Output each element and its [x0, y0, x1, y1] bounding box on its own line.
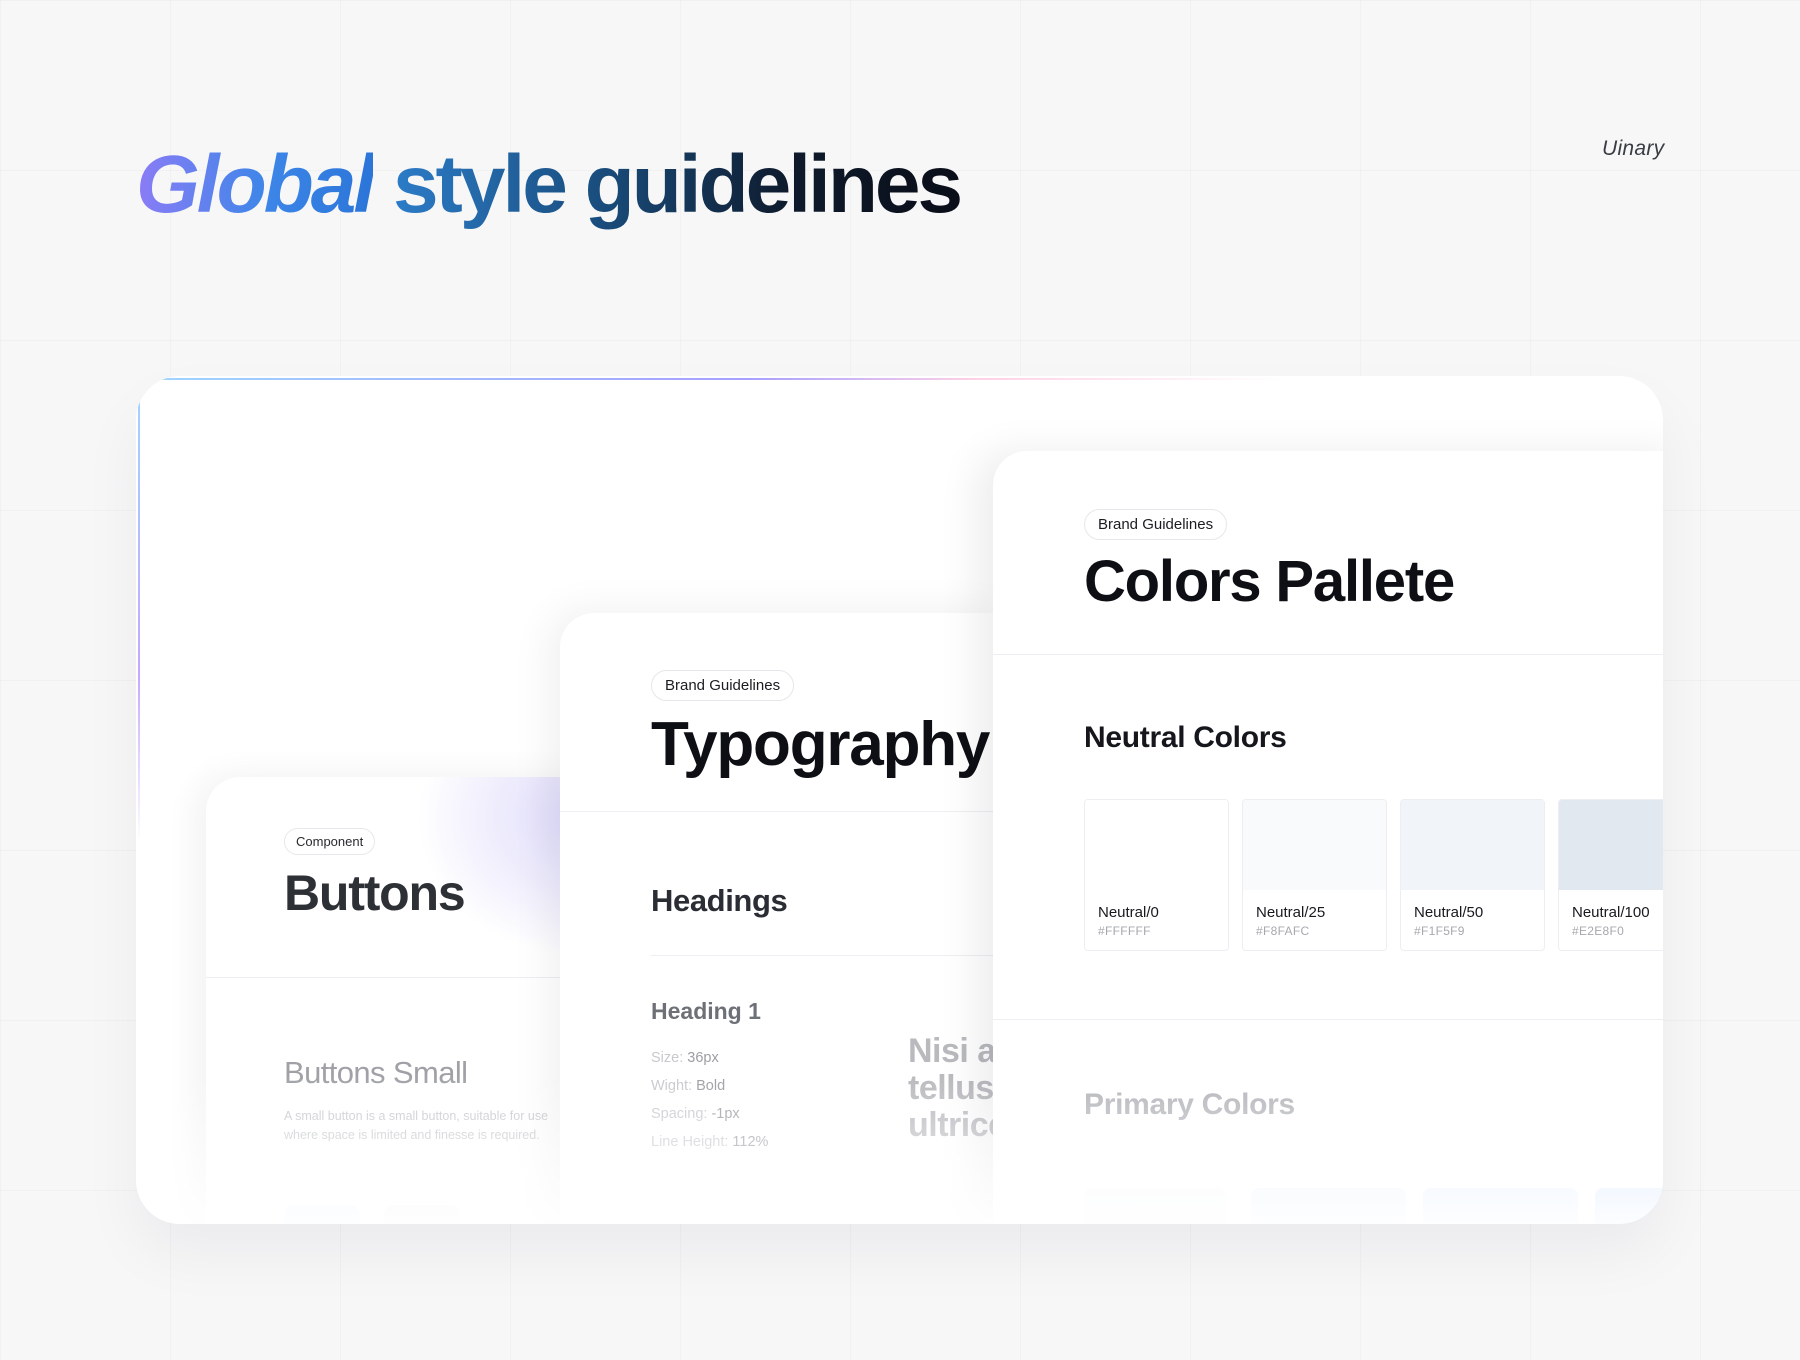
spec-spacing: Spacing: -1px — [651, 1106, 740, 1122]
spec-size: Size: 36px — [651, 1050, 719, 1066]
heading-1-label: Heading 1 — [651, 998, 761, 1024]
swatch-hex: #E2E8F0 — [1572, 924, 1625, 938]
divider — [651, 955, 1010, 956]
brand-logo-text: Uinary — [1602, 137, 1665, 160]
sample-button-primary[interactable] — [284, 1205, 360, 1224]
divider — [560, 811, 1010, 812]
primary-colors-title: Primary Colors — [1084, 1088, 1295, 1121]
colors-card[interactable]: Brand Guidelines Colors Pallete Neutral … — [993, 451, 1663, 1224]
divider — [993, 1019, 1663, 1020]
swatch-name: Neutral/50 — [1414, 904, 1484, 921]
primary-swatch[interactable] — [1251, 1188, 1406, 1224]
page-title-rest: style guidelines — [392, 139, 963, 230]
brand-guidelines-chip: Brand Guidelines — [1084, 509, 1228, 540]
swatch-name: Neutral/25 — [1256, 904, 1326, 921]
color-swatch-neutral-0[interactable]: Neutral/0 #FFFFFF — [1084, 799, 1229, 951]
page-title-highlight: Global — [136, 139, 376, 230]
buttons-small-description: A small button is a small button, suitab… — [284, 1109, 549, 1142]
primary-swatch[interactable] — [1084, 1188, 1226, 1224]
typography-card[interactable]: Brand Guidelines Typography ( Headings H… — [560, 613, 1010, 1224]
color-swatch-neutral-100[interactable]: Neutral/100 #E2E8F0 — [1558, 799, 1663, 951]
brand-guidelines-chip: Brand Guidelines — [651, 670, 795, 701]
swatch-fill — [1401, 800, 1544, 890]
swatch-name: Neutral/100 — [1572, 904, 1650, 921]
headings-section-title: Headings — [651, 883, 788, 918]
swatch-fill — [1085, 800, 1228, 890]
swatch-fill — [1243, 800, 1386, 890]
buttons-title: Buttons — [284, 865, 466, 921]
component-chip: Component — [284, 828, 376, 855]
primary-swatch[interactable] — [1423, 1188, 1578, 1224]
divider — [993, 654, 1663, 655]
primary-swatch[interactable] — [1595, 1188, 1663, 1224]
colors-title: Colors Pallete — [1084, 549, 1455, 614]
neutral-colors-title: Neutral Colors — [1084, 721, 1287, 754]
swatch-hex: #F1F5F9 — [1414, 924, 1465, 938]
sample-button-secondary[interactable] — [384, 1205, 460, 1224]
swatch-hex: #FFFFFF — [1098, 924, 1151, 938]
showcase-panel: Component Buttons Buttons Small A small … — [136, 376, 1663, 1224]
swatch-name: Neutral/0 — [1098, 904, 1159, 921]
spec-weight: Wight: Bold — [651, 1078, 726, 1094]
color-swatch-neutral-50[interactable]: Neutral/50 #F1F5F9 — [1400, 799, 1545, 951]
buttons-small-title: Buttons Small — [284, 1055, 468, 1090]
color-swatch-neutral-25[interactable]: Neutral/25 #F8FAFC — [1242, 799, 1387, 951]
typography-title: Typography ( — [651, 710, 1010, 779]
swatch-hex: #F8FAFC — [1256, 924, 1310, 938]
spec-line-height: Line Height: 112% — [651, 1134, 769, 1150]
page-title: Global style guidelines — [136, 136, 963, 234]
swatch-fill — [1559, 800, 1663, 890]
